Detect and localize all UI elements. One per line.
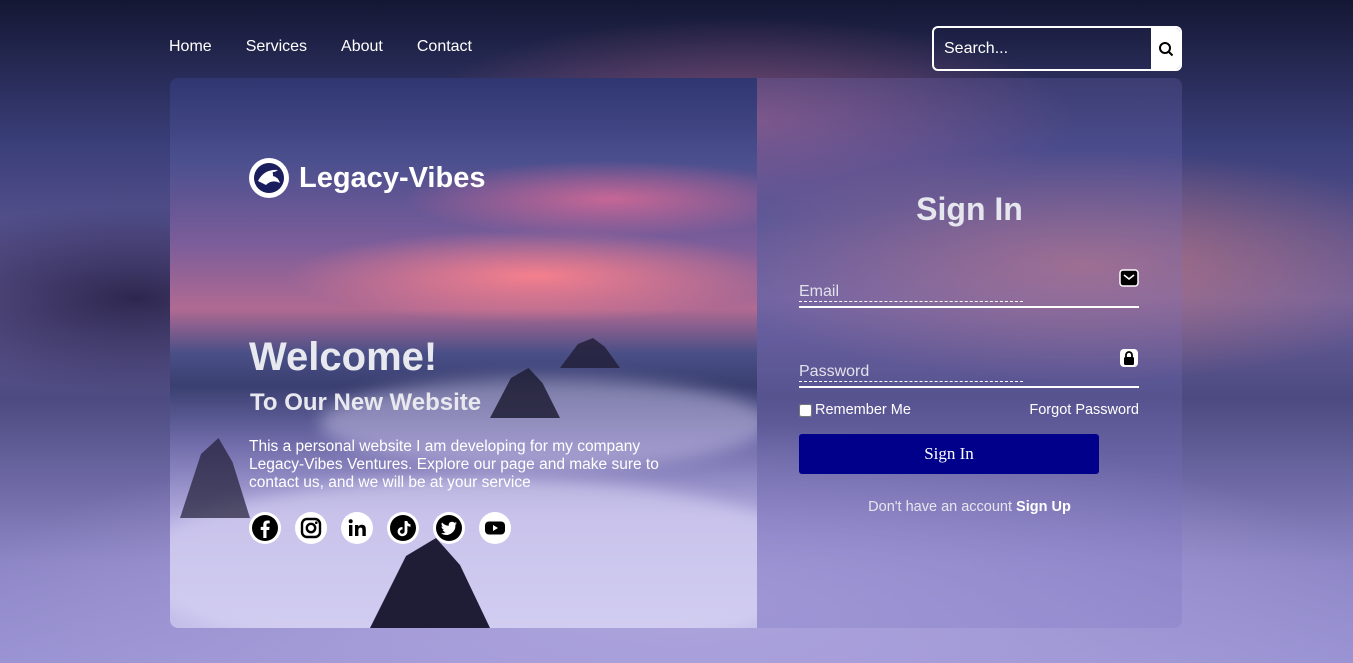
hero-title: Welcome! — [249, 335, 438, 379]
search-button[interactable] — [1151, 28, 1180, 69]
eagle-logo-icon — [249, 158, 289, 198]
tiktok-icon[interactable] — [387, 512, 419, 544]
twitter-icon[interactable] — [433, 512, 465, 544]
brand: Legacy-Vibes — [249, 158, 485, 198]
nav-home-link[interactable]: Home — [169, 38, 212, 56]
lock-icon — [1120, 349, 1138, 367]
top-nav: Home Services About Contact — [169, 38, 472, 56]
youtube-icon[interactable] — [479, 512, 511, 544]
mountain-peak — [560, 338, 620, 368]
signup-text: Don't have an account — [868, 499, 1013, 515]
social-links — [249, 512, 511, 544]
hero-subtitle: To Our New Website — [250, 389, 482, 416]
remember-me-checkbox[interactable] — [799, 403, 812, 417]
email-field[interactable] — [799, 268, 1023, 302]
search-icon — [1158, 41, 1173, 56]
search-input[interactable] — [934, 28, 1151, 69]
signin-form: Sign In Remember Me Forgot Password Sign… — [757, 78, 1182, 628]
password-field-wrapper — [799, 348, 1139, 388]
hero-description: This a personal website I am developing … — [249, 438, 659, 491]
login-card: Legacy-Vibes Welcome! To Our New Website… — [170, 78, 1182, 628]
hero-panel: Legacy-Vibes Welcome! To Our New Website… — [170, 78, 757, 628]
nav-contact-link[interactable]: Contact — [417, 38, 472, 56]
email-field-wrapper — [799, 268, 1139, 308]
nav-about-link[interactable]: About — [341, 38, 383, 56]
remember-me: Remember Me — [799, 402, 911, 418]
signup-prompt: Don't have an account Sign Up — [757, 499, 1182, 515]
signup-link[interactable]: Sign Up — [1016, 499, 1071, 515]
linkedin-icon[interactable] — [341, 512, 373, 544]
forgot-password-link[interactable]: Forgot Password — [1029, 402, 1139, 418]
password-field[interactable] — [799, 348, 1023, 382]
nav-services-link[interactable]: Services — [246, 38, 307, 56]
mountain-peak — [180, 438, 250, 518]
facebook-icon[interactable] — [249, 512, 281, 544]
signin-title: Sign In — [916, 191, 1023, 227]
signin-button[interactable]: Sign In — [799, 434, 1099, 474]
search-box — [932, 26, 1182, 71]
envelope-icon — [1119, 269, 1139, 287]
remember-me-label: Remember Me — [815, 402, 911, 418]
instagram-icon[interactable] — [295, 512, 327, 544]
brand-name: Legacy-Vibes — [299, 161, 486, 194]
